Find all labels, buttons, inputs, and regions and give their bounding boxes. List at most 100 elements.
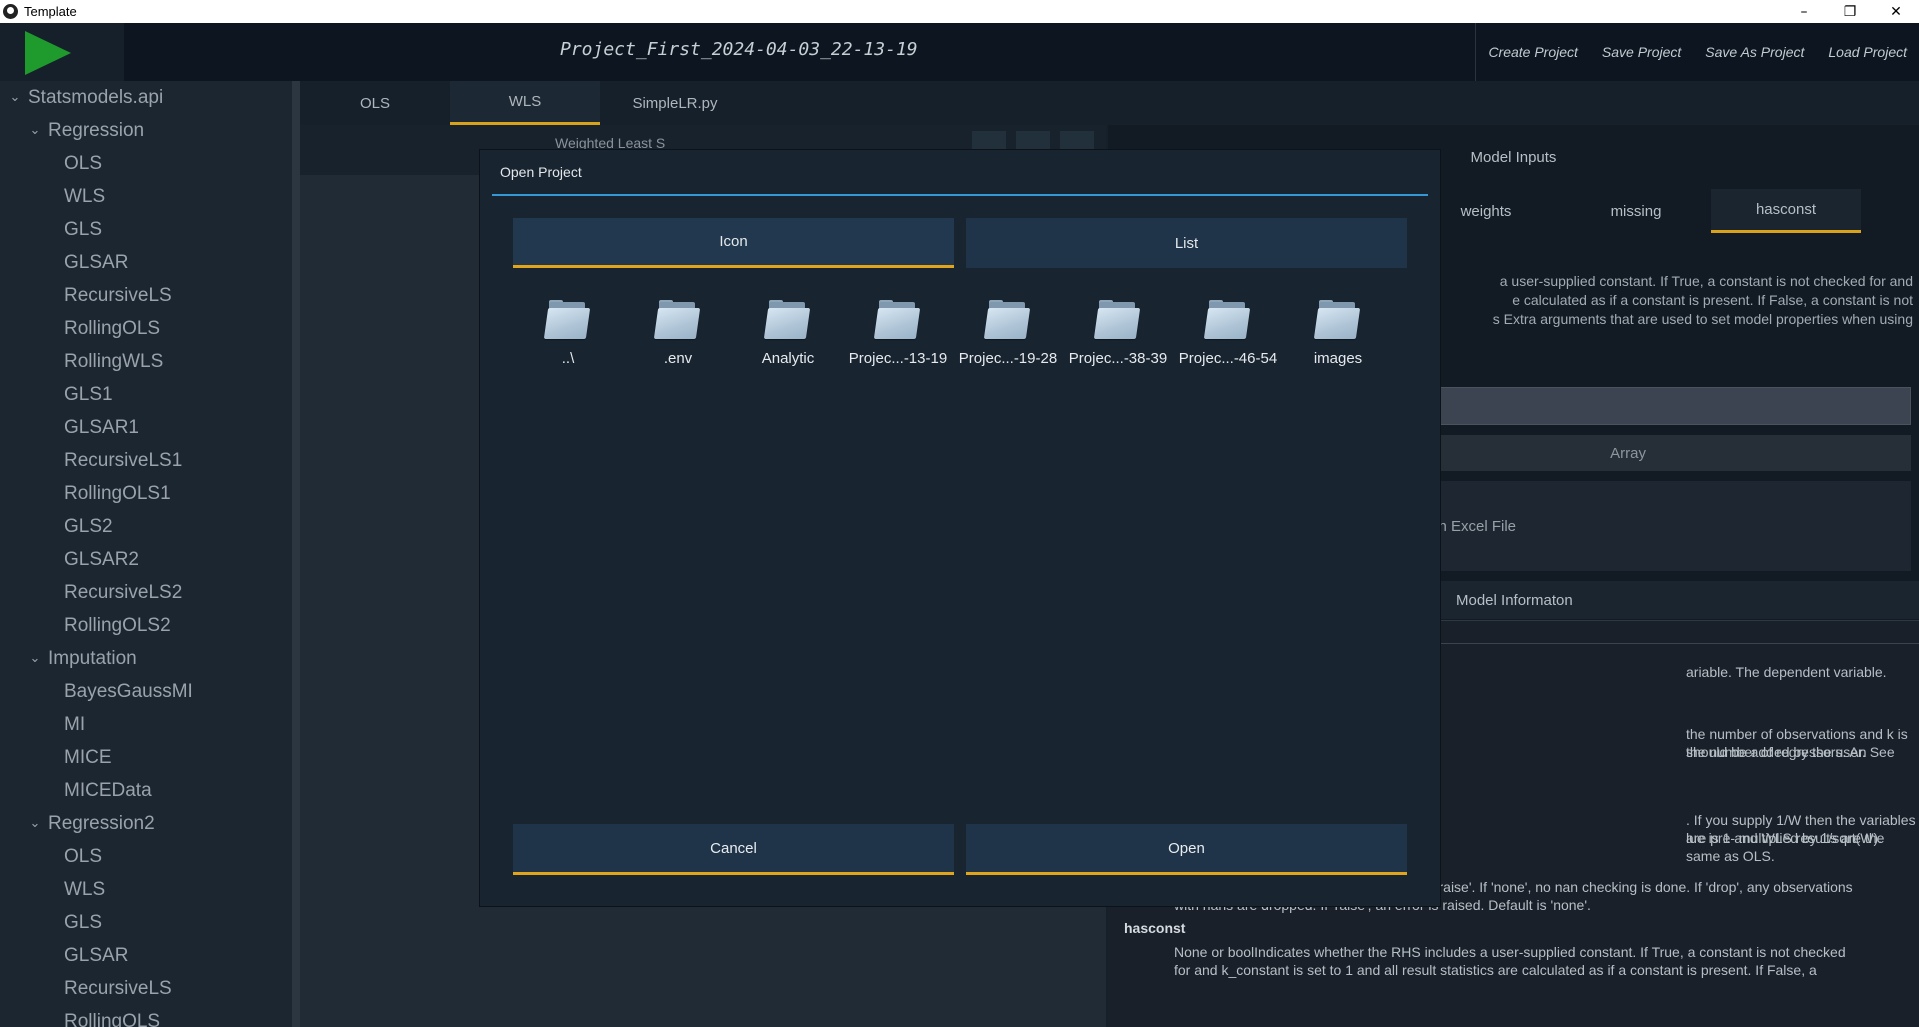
file-item[interactable]: .env [623, 300, 733, 367]
tab-wls[interactable]: WLS [450, 81, 600, 125]
project-title: Project_First_2024-04-03_22-13-19 [560, 39, 918, 60]
minimize-button[interactable]: – [1781, 0, 1827, 23]
tree-item-label: RecursiveLS1 [64, 449, 183, 471]
tree-item[interactable]: RecursiveLS [64, 279, 172, 312]
play-icon [25, 31, 71, 75]
tree-item[interactable]: GLS [64, 213, 102, 246]
tree-item-label: GLSAR2 [64, 548, 139, 570]
tree-item-label: RecursiveLS [64, 977, 172, 999]
tree-item[interactable]: ⌄ Imputation [28, 642, 137, 675]
save-project-button[interactable]: Save Project [1592, 23, 1691, 81]
tree-item[interactable]: MI [64, 708, 85, 741]
tree-item-label: MI [64, 713, 86, 735]
tree-item-label: WLS [64, 878, 106, 900]
open-button[interactable]: Open [966, 824, 1407, 875]
tab-simplelr[interactable]: SimpleLR.py [600, 81, 750, 125]
tree-item[interactable]: OLS [64, 147, 102, 180]
file-item[interactable]: images [1283, 300, 1393, 367]
tree-item-label: GLS1 [64, 383, 113, 405]
tree-item[interactable]: MICE [64, 741, 112, 774]
file-name: .env [663, 350, 693, 367]
tree-item[interactable]: RecursiveLS1 [64, 444, 182, 477]
file-name: Analytic [761, 350, 815, 367]
info-line: None or boolIndicates whether the RHS in… [1174, 944, 1846, 960]
tree-item[interactable]: ⌄ Regression [28, 114, 145, 147]
folder-icon [763, 300, 811, 340]
file-item[interactable]: Analytic [733, 300, 843, 367]
tree-item[interactable]: GLSAR [64, 939, 128, 972]
tree-item[interactable]: RecursiveLS [64, 972, 172, 1005]
tree-item[interactable]: BayesGaussMI [64, 675, 193, 708]
icon-view-toggle[interactable]: Icon [513, 218, 954, 268]
chevron-down-icon[interactable]: ⌄ [8, 90, 22, 105]
tree-item-label: GLSAR1 [64, 416, 139, 438]
tab-ols[interactable]: OLS [300, 81, 450, 125]
list-view-toggle[interactable]: List [966, 218, 1407, 268]
chevron-down-icon[interactable]: ⌄ [28, 123, 42, 138]
tree-item-label: Imputation [48, 647, 137, 669]
tree-item[interactable]: GLSAR1 [64, 411, 139, 444]
tree-item[interactable]: RollingWLS [64, 345, 163, 378]
tree-item[interactable]: RollingOLS [64, 1005, 160, 1027]
project-actions: Create Project Save Project Save As Proj… [1475, 23, 1919, 81]
tree-item-label: RollingOLS [64, 1010, 161, 1027]
tree-item[interactable]: MICEData [64, 774, 152, 807]
file-name: Projec...-19-28 [958, 350, 1058, 367]
tree-item[interactable]: RollingOLS2 [64, 609, 171, 642]
tree-item-label: OLS [64, 845, 103, 867]
cancel-button[interactable]: Cancel [513, 824, 954, 875]
dialog-title: Open Project [492, 150, 1428, 196]
run-button[interactable] [0, 23, 124, 81]
tree-item-label: Statsmodels.api [28, 86, 164, 108]
tree-item[interactable]: GLSAR [64, 246, 128, 279]
info-line: for and k_constant is set to 1 and all r… [1174, 962, 1817, 978]
tab-hasconst[interactable]: hasconst [1711, 189, 1861, 233]
chevron-down-icon[interactable]: ⌄ [28, 816, 42, 831]
tree-item-label: RollingOLS1 [64, 482, 171, 504]
tree-item-label: BayesGaussMI [64, 680, 193, 702]
sidebar-scrollbar[interactable] [292, 81, 300, 1027]
create-project-button[interactable]: Create Project [1478, 23, 1587, 81]
tree-item-label: GLS [64, 911, 103, 933]
folder-icon [1203, 300, 1251, 340]
editor-partial-label: Weighted Least S [555, 135, 666, 151]
file-item[interactable]: Projec...-19-28 [953, 300, 1063, 367]
tree-item[interactable]: WLS [64, 873, 105, 906]
tree-item[interactable]: RollingOLS [64, 312, 160, 345]
tree-item-label: RecursiveLS2 [64, 581, 183, 603]
editor-tabs: OLS WLS SimpleLR.py [300, 81, 750, 125]
tab-missing[interactable]: missing [1561, 189, 1711, 233]
tree-item[interactable]: GLSAR2 [64, 543, 139, 576]
info-line: lue is 1 and WLS results are the same as… [1686, 830, 1885, 864]
tree-item[interactable]: WLS [64, 180, 105, 213]
tree-item[interactable]: GLS [64, 906, 102, 939]
save-as-project-button[interactable]: Save As Project [1695, 23, 1814, 81]
chevron-down-icon[interactable]: ⌄ [28, 651, 42, 666]
tree-item-label: RecursiveLS [64, 284, 172, 306]
info-param-name: hasconst [1124, 920, 1186, 936]
tree-item-label: GLSAR [64, 944, 129, 966]
file-item[interactable]: ..\ [513, 300, 623, 367]
folder-icon [543, 300, 591, 340]
tree-item[interactable]: RecursiveLS2 [64, 576, 182, 609]
tree-item[interactable]: OLS [64, 840, 102, 873]
top-header: Project_First_2024-04-03_22-13-19 Create… [0, 23, 1919, 81]
tree-item[interactable]: GLS1 [64, 378, 113, 411]
tree-item-label: WLS [64, 185, 106, 207]
tree-item[interactable]: GLS2 [64, 510, 113, 543]
maximize-button[interactable]: ❐ [1827, 0, 1873, 23]
file-grid: ..\ .env Analytic Projec...-13-19 Projec...-… [513, 300, 1393, 390]
sidebar-tree: ⌄ Statsmodels.api ⌄ Regression OLS WLS GLS GLSA… [0, 81, 300, 1027]
tree-item[interactable]: ⌄ Regression2 [28, 807, 155, 840]
load-project-button[interactable]: Load Project [1818, 23, 1917, 81]
file-item[interactable]: Projec...-13-19 [843, 300, 953, 367]
tree-item[interactable]: ⌄ Statsmodels.api [8, 81, 164, 114]
file-item[interactable]: Projec...-38-39 [1063, 300, 1173, 367]
close-button[interactable]: ✕ [1873, 0, 1919, 23]
tree-item-label: RollingOLS2 [64, 614, 171, 636]
file-item[interactable]: Projec...-46-54 [1173, 300, 1283, 367]
window-title: Template [24, 4, 77, 19]
tree-item[interactable]: RollingOLS1 [64, 477, 171, 510]
file-name: images [1313, 350, 1363, 367]
app-icon [3, 4, 18, 19]
